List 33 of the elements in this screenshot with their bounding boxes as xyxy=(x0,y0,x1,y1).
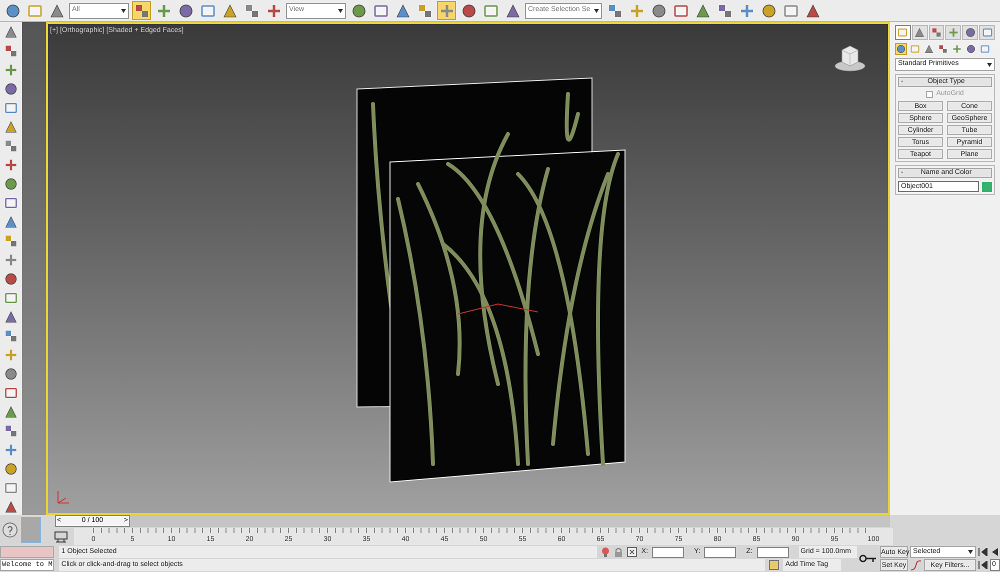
panel-tab[interactable] xyxy=(895,25,911,40)
circle-icon xyxy=(896,44,906,54)
go-to-start-icon[interactable] xyxy=(978,548,988,556)
time-configuration-icon[interactable] xyxy=(54,531,68,543)
window-icon xyxy=(4,481,18,495)
lock-icon[interactable] xyxy=(614,547,624,557)
panel-tab[interactable] xyxy=(912,25,928,40)
panel-toggle-button[interactable] xyxy=(21,517,41,543)
selection-mode-icon[interactable] xyxy=(627,547,638,557)
caret-icon xyxy=(594,8,600,12)
caret-icon xyxy=(121,8,126,12)
listener-output-field[interactable] xyxy=(0,546,54,558)
previous-frame-icon[interactable] xyxy=(990,548,998,556)
color-swatch[interactable] xyxy=(982,182,992,192)
x-coordinate-field[interactable] xyxy=(652,546,684,558)
z-coordinate-field[interactable] xyxy=(756,546,789,558)
caret-icon xyxy=(987,62,992,66)
help-icon[interactable] xyxy=(2,522,18,538)
window-icon xyxy=(200,2,216,18)
toolbar-button[interactable] xyxy=(132,1,151,20)
category-button[interactable] xyxy=(895,43,907,55)
caret-icon xyxy=(968,550,973,554)
panel-tab[interactable] xyxy=(928,25,944,40)
go-to-start-icon[interactable] xyxy=(978,561,988,569)
panel-tab[interactable] xyxy=(962,25,978,40)
panel-tab[interactable] xyxy=(979,25,995,40)
y-coordinate-field[interactable] xyxy=(704,546,736,558)
key-icon[interactable] xyxy=(859,554,878,563)
key-curve-icon[interactable] xyxy=(910,560,922,570)
time-tag-icon[interactable] xyxy=(769,560,780,570)
caret-icon xyxy=(338,8,343,12)
toolbar-button[interactable] xyxy=(2,195,20,211)
toolbar-button[interactable] xyxy=(2,385,20,401)
